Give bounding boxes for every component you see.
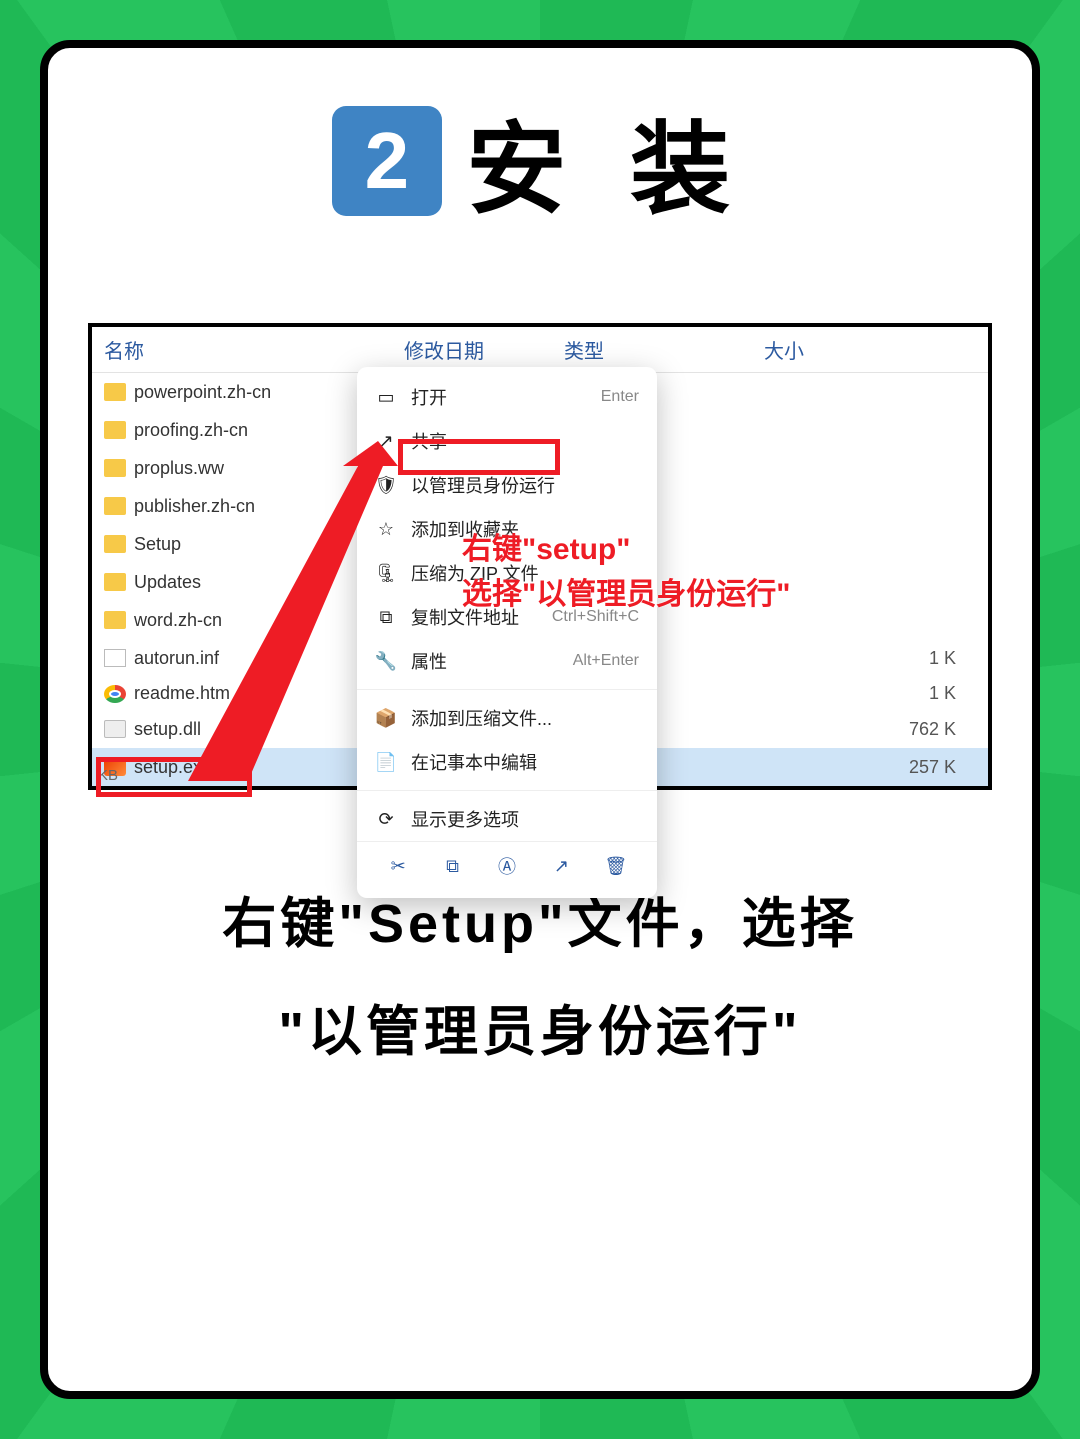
file-explorer-window: 名称 修改日期 类型 大小 powerpoint.zh-cn文件夹proofin… — [88, 323, 992, 790]
file-size: 1 K — [614, 648, 976, 669]
props-icon: 🔧 — [375, 650, 397, 672]
column-header-type[interactable]: 类型 — [564, 335, 764, 364]
folder-icon — [104, 383, 126, 401]
context-menu-more[interactable]: ⟳ 显示更多选项 — [357, 797, 657, 841]
step-number-badge: 2 — [332, 106, 442, 216]
more-icon: ⟳ — [375, 808, 397, 830]
folder-icon — [104, 535, 126, 553]
context-menu-archive[interactable]: 📦 添加到压缩文件... — [357, 696, 657, 740]
annotation-line1: 右键"setup" — [462, 527, 790, 572]
context-menu-label: 添加到压缩文件... — [411, 705, 552, 731]
folder-icon — [104, 573, 126, 591]
context-menu-label: 打开 — [411, 384, 447, 410]
context-menu-shortcut: Enter — [601, 388, 639, 406]
notepad-icon: 📄 — [375, 751, 397, 773]
share2-icon[interactable]: ↗ — [547, 852, 575, 880]
file-size: 257 K — [614, 757, 976, 778]
context-menu-label: 以管理员身份运行 — [411, 472, 555, 498]
title-row: 2 安 装 — [78, 88, 1002, 233]
context-menu-open[interactable]: ▭ 打开 Enter — [357, 375, 657, 419]
rename-icon[interactable]: Ⓐ — [493, 852, 521, 880]
annotation-line2: 选择"以管理员身份运行" — [462, 572, 790, 617]
cut-icon[interactable]: ✂ — [384, 852, 412, 880]
folder-icon — [104, 459, 126, 477]
context-menu-separator — [357, 790, 657, 791]
dll-icon — [104, 720, 126, 738]
folder-icon — [104, 421, 126, 439]
archive-icon: 📦 — [375, 707, 397, 729]
highlight-box-setup — [96, 757, 252, 797]
instruction-card: 2 安 装 名称 修改日期 类型 大小 powerpoint.zh-cn文件夹p… — [40, 40, 1040, 1399]
footer-instruction: 右键"Setup"文件，选择 "以管理员身份运行" — [78, 870, 1002, 1086]
open-icon: ▭ — [375, 386, 397, 408]
share-icon: ↗ — [375, 430, 397, 452]
column-header-size[interactable]: 大小 — [764, 335, 976, 364]
context-menu-label: 在记事本中编辑 — [411, 749, 537, 775]
file-size: 1 K — [614, 683, 976, 704]
file-size: 762 K — [614, 719, 976, 740]
delete-icon[interactable]: 🗑 — [602, 852, 630, 880]
zip-icon: 🗜 — [375, 562, 397, 584]
column-header-name[interactable]: 名称 — [104, 335, 404, 364]
context-menu-notepad[interactable]: 📄 在记事本中编辑 — [357, 740, 657, 784]
star-icon: ☆ — [375, 518, 397, 540]
context-menu-shortcut: Alt+Enter — [573, 652, 639, 670]
admin-icon: 🛡 — [375, 474, 397, 496]
folder-icon — [104, 611, 126, 629]
context-menu-bottom-bar: ✂ ⧉ Ⓐ ↗ 🗑 — [357, 841, 657, 890]
footer-line2: "以管理员身份运行" — [78, 978, 1002, 1086]
copy-icon[interactable]: ⧉ — [439, 852, 467, 880]
chrome-icon — [104, 685, 126, 703]
inf-icon — [104, 649, 126, 667]
context-menu-separator — [357, 689, 657, 690]
context-menu-label: 属性 — [411, 648, 447, 674]
context-menu-label: 显示更多选项 — [411, 806, 519, 832]
folder-icon — [104, 497, 126, 515]
copypath-icon: ⧉ — [375, 606, 397, 628]
context-menu-props[interactable]: 🔧 属性 Alt+Enter — [357, 639, 657, 683]
highlight-box-admin — [398, 439, 560, 475]
title-text: 安 装 — [466, 88, 748, 233]
column-header-date[interactable]: 修改日期 — [404, 335, 564, 364]
annotation-text: 右键"setup" 选择"以管理员身份运行" — [462, 527, 790, 617]
